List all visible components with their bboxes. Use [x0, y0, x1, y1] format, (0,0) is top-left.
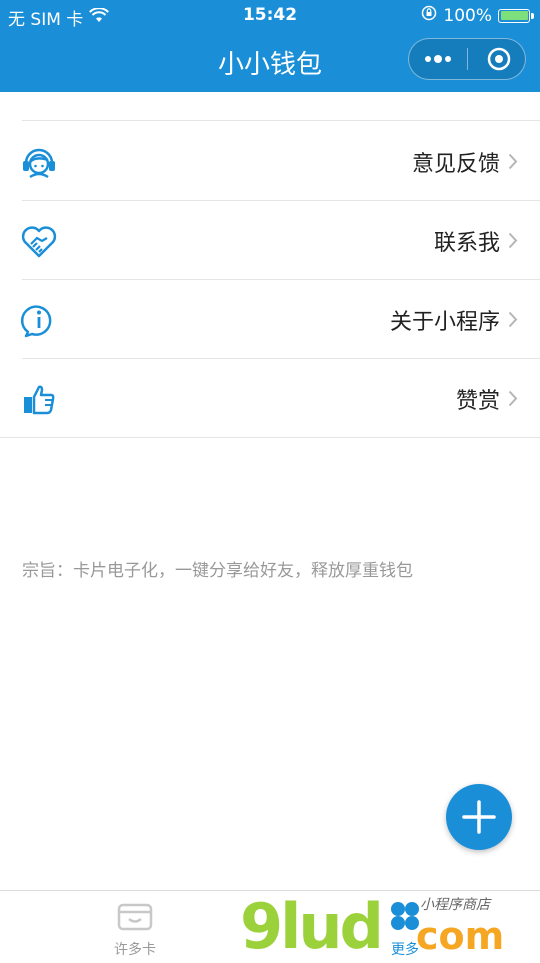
status-right: 100%: [421, 5, 534, 26]
tab-label: 许多卡: [114, 942, 156, 958]
battery-level: [500, 11, 528, 20]
tab-bar: 许多卡 更多: [0, 890, 540, 961]
tab-cards[interactable]: 许多卡: [75, 899, 195, 959]
tab-more[interactable]: 更多: [345, 899, 465, 959]
menu-item-label: 意见反馈: [411, 152, 500, 177]
menu-item-feedback[interactable]: 意见反馈: [0, 122, 540, 201]
capsule-divider: [467, 48, 468, 70]
info-icon: [20, 301, 58, 339]
wallet-icon: [116, 903, 154, 937]
menu-item-about[interactable]: 关于小程序: [0, 280, 540, 359]
tab-label: 更多: [391, 942, 419, 958]
add-card-button[interactable]: [446, 784, 512, 850]
chevron-right-icon: [508, 153, 518, 174]
menu-item-label: 关于小程序: [389, 310, 500, 335]
customer-service-icon: [20, 143, 58, 181]
battery-percent: 100%: [443, 5, 492, 26]
more-options-icon[interactable]: [423, 51, 453, 71]
mini-program-capsule: [408, 38, 526, 80]
motto-text: 宗旨：卡片电子化，一键分享给好友，释放厚重钱包: [22, 561, 413, 581]
menu-item-label: 赞赏: [455, 389, 500, 414]
status-bar: 无 SIM 卡 15:42 100%: [0, 0, 540, 30]
close-mini-program-icon[interactable]: [487, 47, 511, 75]
navigation-bar: 小小钱包: [0, 30, 540, 92]
grid-icon: [388, 902, 422, 937]
list-top-divider: [22, 120, 540, 121]
menu-item-appreciate[interactable]: 赞赏: [0, 359, 540, 438]
divider: [0, 437, 540, 438]
menu-item-contact[interactable]: 联系我: [0, 201, 540, 280]
orientation-lock-icon: [421, 5, 437, 26]
thumbs-up-icon: [20, 380, 58, 418]
menu-item-label: 联系我: [433, 231, 500, 256]
battery-icon: [498, 8, 534, 23]
plus-icon: [461, 799, 497, 839]
chevron-right-icon: [508, 311, 518, 332]
chevron-right-icon: [508, 390, 518, 411]
handshake-heart-icon: [20, 222, 58, 260]
chevron-right-icon: [508, 232, 518, 253]
